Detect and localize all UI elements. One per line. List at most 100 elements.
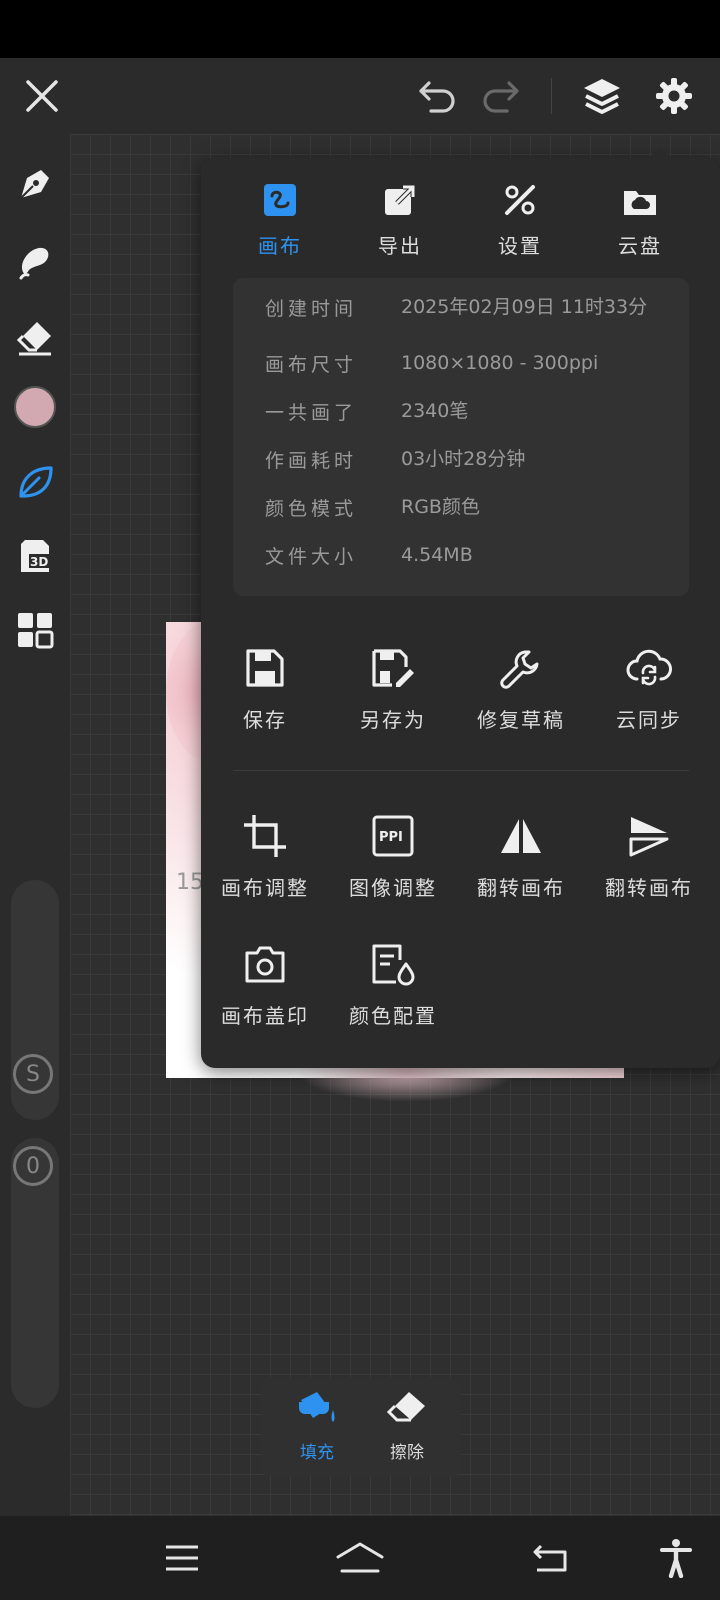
settings-icon bbox=[505, 185, 535, 215]
info-key: 颜色模式 bbox=[265, 498, 358, 520]
status-bar bbox=[0, 0, 720, 58]
canvas-partial-text: 15 bbox=[176, 870, 204, 895]
back-button[interactable] bbox=[526, 1534, 574, 1582]
undo-button[interactable] bbox=[413, 72, 461, 120]
info-value: RGB颜色 bbox=[401, 496, 480, 518]
info-value: 03小时28分钟 bbox=[401, 448, 526, 470]
repair-draft-label: 修复草稿 bbox=[477, 708, 565, 732]
info-key: 画布尺寸 bbox=[265, 354, 358, 376]
tab-settings-label: 设置 bbox=[498, 234, 542, 258]
brush-size-knob[interactable]: S bbox=[13, 1054, 53, 1094]
brush-tool[interactable] bbox=[11, 160, 59, 208]
eraser-tool[interactable] bbox=[11, 314, 59, 362]
opacity-knob[interactable]: 0 bbox=[13, 1146, 53, 1186]
info-key: 作画耗时 bbox=[265, 450, 358, 472]
toolbar-divider bbox=[551, 78, 552, 114]
svg-text:3D: 3D bbox=[30, 555, 48, 569]
eraser-icon bbox=[386, 1392, 425, 1422]
menu-icon bbox=[166, 1545, 198, 1571]
tab-settings[interactable]: 设置 bbox=[475, 180, 565, 259]
eraser-icon bbox=[16, 322, 51, 356]
image-adjust-label: 图像调整 bbox=[349, 876, 437, 900]
save-as-label: 另存为 bbox=[360, 708, 426, 732]
tab-canvas[interactable]: 画布 bbox=[235, 180, 325, 259]
cloud-drive-icon bbox=[624, 191, 656, 215]
top-toolbar bbox=[0, 58, 720, 134]
canvas-adjust-label: 画布调整 bbox=[221, 876, 309, 900]
camera-icon bbox=[245, 946, 285, 983]
ppi-icon: PPI bbox=[372, 815, 414, 857]
erase-tool-label: 擦除 bbox=[390, 1443, 424, 1463]
tab-cloud-drive[interactable]: 云盘 bbox=[595, 180, 685, 259]
save-icon bbox=[246, 649, 284, 687]
redo-icon bbox=[483, 81, 519, 113]
info-key: 一共画了 bbox=[265, 402, 358, 424]
tab-export[interactable]: 导出 bbox=[355, 180, 445, 259]
3d-tool[interactable]: 3D bbox=[11, 532, 59, 580]
fill-erase-toolbar: 填充 擦除 bbox=[261, 1378, 461, 1476]
save-as-icon bbox=[372, 649, 414, 687]
leaf-icon bbox=[19, 466, 53, 498]
settings-button[interactable] bbox=[650, 72, 698, 120]
gear-icon bbox=[656, 78, 692, 114]
accessibility-icon bbox=[660, 1539, 692, 1578]
save-label: 保存 bbox=[243, 708, 287, 732]
accessibility-button[interactable] bbox=[652, 1534, 700, 1582]
leaf-brush-tool[interactable] bbox=[11, 458, 59, 506]
color-config-label: 颜色配置 bbox=[349, 1004, 437, 1028]
canvas-stamp-label: 画布盖印 bbox=[221, 1004, 309, 1028]
cloud-sync-label: 云同步 bbox=[616, 708, 682, 732]
wrench-icon bbox=[500, 650, 539, 689]
home-button[interactable] bbox=[336, 1534, 384, 1582]
3d-icon: 3D bbox=[21, 540, 49, 572]
recent-apps-button[interactable] bbox=[158, 1534, 206, 1582]
grid-squares-icon bbox=[18, 613, 54, 649]
color-config-icon bbox=[372, 944, 415, 986]
info-key: 文件大小 bbox=[265, 546, 358, 568]
canvas-icon bbox=[264, 184, 296, 216]
flip-horizontal-button[interactable]: 翻转画布 bbox=[461, 812, 581, 901]
flip-vertical-button[interactable]: 翻转画布 bbox=[589, 812, 709, 901]
save-as-button[interactable]: 另存为 bbox=[333, 644, 453, 733]
image-adjust-button[interactable]: PPI 图像调整 bbox=[333, 812, 453, 901]
canvas-adjust-button[interactable]: 画布调整 bbox=[205, 812, 325, 901]
info-value: 2025年02月09日 11时33分 bbox=[401, 296, 648, 318]
back-icon bbox=[533, 1544, 567, 1572]
flip-horizontal-icon bbox=[501, 819, 541, 853]
save-button[interactable]: 保存 bbox=[205, 644, 325, 733]
smudge-icon bbox=[19, 247, 49, 280]
cloud-sync-button[interactable]: 云同步 bbox=[589, 644, 709, 733]
color-config-button[interactable]: 颜色配置 bbox=[333, 940, 453, 1029]
close-icon bbox=[26, 80, 58, 112]
flip-horizontal-label: 翻转画布 bbox=[477, 876, 565, 900]
current-color-swatch[interactable] bbox=[14, 386, 56, 428]
flip-vertical-label: 翻转画布 bbox=[605, 876, 693, 900]
action-divider bbox=[233, 770, 689, 771]
close-button[interactable] bbox=[18, 72, 66, 120]
tab-canvas-label: 画布 bbox=[258, 234, 302, 258]
popup-caret bbox=[648, 148, 672, 160]
tab-export-label: 导出 bbox=[378, 234, 422, 258]
info-value: 1080×1080 - 300ppi bbox=[401, 352, 599, 374]
erase-tool-button[interactable]: 擦除 bbox=[367, 1388, 447, 1468]
layers-button[interactable] bbox=[578, 72, 626, 120]
smudge-tool[interactable] bbox=[11, 238, 59, 286]
redo-button[interactable] bbox=[477, 72, 525, 120]
canvas-info-card: 创建时间 2025年02月09日 11时33分 画布尺寸 1080×1080 -… bbox=[233, 278, 689, 596]
info-value: 2340笔 bbox=[401, 400, 469, 422]
canvas-stamp-button[interactable]: 画布盖印 bbox=[205, 940, 325, 1029]
grid-tool[interactable] bbox=[11, 606, 59, 654]
fill-tool-button[interactable]: 填充 bbox=[277, 1388, 357, 1468]
pen-nib-icon bbox=[20, 170, 49, 199]
flip-vertical-icon bbox=[629, 817, 669, 857]
export-icon bbox=[385, 184, 416, 215]
repair-draft-button[interactable]: 修复草稿 bbox=[461, 644, 581, 733]
crop-icon bbox=[244, 815, 286, 857]
cloud-sync-icon bbox=[626, 649, 672, 686]
paint-bucket-icon bbox=[299, 1392, 335, 1422]
undo-icon bbox=[419, 81, 455, 113]
info-value: 4.54MB bbox=[401, 544, 473, 566]
svg-text:PPI: PPI bbox=[379, 830, 403, 845]
fill-tool-label: 填充 bbox=[300, 1443, 334, 1463]
home-icon bbox=[336, 1542, 384, 1573]
